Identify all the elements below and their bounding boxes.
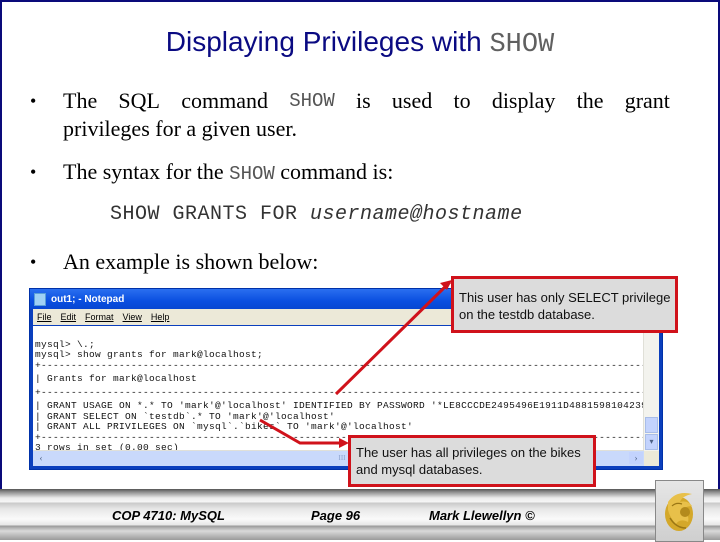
menu-file[interactable]: File bbox=[37, 312, 52, 322]
callout-text: This user has only SELECT privilege on t… bbox=[459, 290, 671, 322]
slide-footer: COP 4710: MySQL Page 96 Mark Llewellyn © bbox=[0, 489, 720, 540]
word: to bbox=[453, 88, 471, 113]
menu-edit[interactable]: Edit bbox=[61, 312, 77, 322]
slide-title: Displaying Privileges with SHOW bbox=[0, 26, 720, 60]
footer-course: COP 4710: MySQL bbox=[112, 508, 225, 523]
inline-code: SHOW bbox=[289, 90, 335, 112]
bullet-3-text: An example is shown below: bbox=[63, 249, 319, 274]
bullet-1-line-1: The SQL command SHOW is used to display … bbox=[63, 87, 670, 115]
callout-text: The user has all privileges on the bikes… bbox=[356, 445, 581, 477]
footer-author: Mark Llewellyn © bbox=[429, 508, 535, 523]
scrollbar-grip-icon[interactable]: III bbox=[339, 454, 346, 462]
notepad-icon bbox=[34, 292, 46, 306]
slide-title-text: Displaying Privileges with bbox=[165, 26, 490, 57]
syntax-command: SHOW GRANTS FOR bbox=[110, 203, 311, 226]
menu-format[interactable]: Format bbox=[85, 312, 114, 322]
word: The bbox=[63, 88, 98, 113]
notepad-text-area[interactable]: mysql> \.; mysql> show grants for mark@lo… bbox=[33, 326, 644, 451]
slide-title-code: SHOW bbox=[489, 30, 555, 60]
callout-all-privileges: The user has all privileges on the bikes… bbox=[348, 435, 596, 487]
word: command bbox=[181, 88, 268, 113]
notepad-title: out1; - Notepad bbox=[51, 293, 125, 305]
inline-code: SHOW bbox=[229, 163, 275, 185]
console-line: | Grants for mark@localhost bbox=[35, 373, 198, 384]
footer-page-number: Page 96 bbox=[311, 508, 361, 523]
console-line: +---------------------------------------… bbox=[35, 359, 644, 371]
word: display bbox=[491, 88, 556, 113]
bullet-3: • An example is shown below: bbox=[30, 248, 670, 276]
bullet-dot: • bbox=[30, 162, 37, 182]
scroll-down-icon[interactable]: ▾ bbox=[645, 434, 658, 450]
syntax-argument: username@hostname bbox=[310, 203, 523, 226]
syntax-example: SHOW GRANTS FOR username@hostname bbox=[110, 203, 523, 226]
bullet-2-text: The syntax for the bbox=[63, 159, 230, 184]
word: grant bbox=[624, 88, 670, 113]
menu-help[interactable]: Help bbox=[151, 312, 170, 322]
bullet-dot: • bbox=[30, 252, 37, 272]
word: the bbox=[576, 88, 604, 113]
bullet-1-line-2: privileges for a given user. bbox=[63, 116, 297, 141]
bullet-1: • The SQL command SHOW is used to displa… bbox=[30, 87, 670, 143]
bullet-dot: • bbox=[30, 91, 37, 111]
bullet-2-text-end: command is: bbox=[274, 159, 394, 184]
console-line: mysql> show grants for mark@localhost; bbox=[35, 349, 264, 360]
resize-grip[interactable] bbox=[644, 451, 659, 466]
menu-view[interactable]: View bbox=[123, 312, 142, 322]
vertical-scrollbar[interactable]: ▾ bbox=[643, 326, 659, 451]
ucf-pegasus-logo bbox=[655, 480, 704, 542]
console-line: | GRANT ALL PRIVILEGES ON `mysql`.`bikes… bbox=[35, 421, 414, 432]
scroll-left-icon[interactable]: ‹ bbox=[34, 452, 48, 464]
scroll-right-icon[interactable]: › bbox=[629, 452, 643, 464]
word: SQL bbox=[118, 88, 160, 113]
word: used bbox=[391, 88, 433, 113]
console-line: +---------------------------------------… bbox=[35, 386, 644, 398]
scrollbar-thumb[interactable] bbox=[645, 417, 658, 433]
word: is bbox=[356, 88, 371, 113]
callout-select-privilege: This user has only SELECT privilege on t… bbox=[451, 276, 678, 333]
console-line: | GRANT USAGE ON *.* TO 'mark'@'localhos… bbox=[35, 400, 644, 411]
bullet-2: • The syntax for the SHOW command is: bbox=[30, 158, 670, 188]
pegasus-icon bbox=[664, 493, 693, 531]
